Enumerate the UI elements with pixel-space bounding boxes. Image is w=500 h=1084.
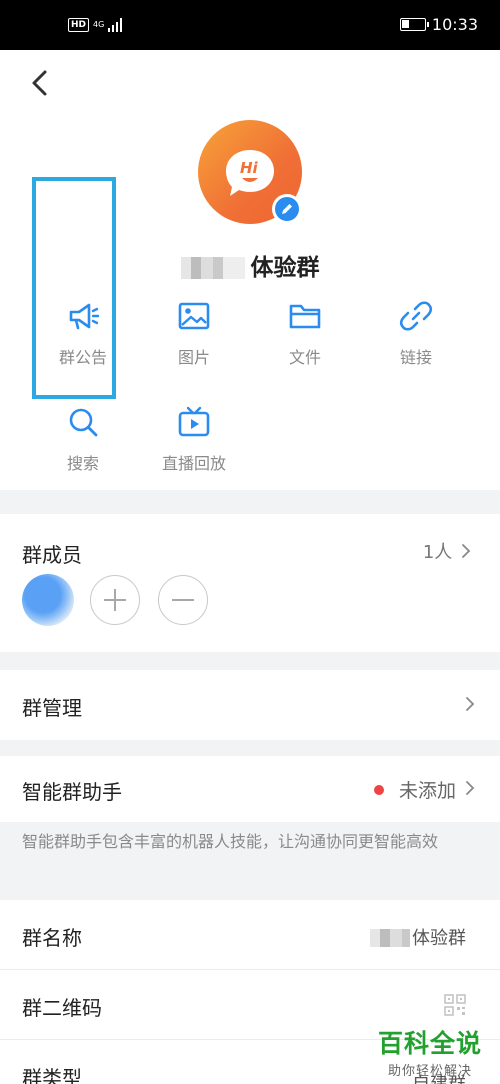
- pencil-icon: [282, 204, 292, 214]
- group-manage-row[interactable]: 群管理: [0, 670, 500, 740]
- chevron-right-icon: [466, 697, 475, 711]
- smart-assistant-row[interactable]: 智能群助手 未添加: [0, 756, 500, 822]
- func-search[interactable]: 搜索: [28, 404, 138, 474]
- status-bar: HD 4G 10:33: [0, 0, 500, 50]
- tv-icon: [178, 406, 210, 437]
- watermark-sub: 助你轻松解决: [387, 1064, 472, 1079]
- search-icon: [69, 408, 98, 437]
- type-label: 群类型: [22, 1066, 82, 1084]
- assistant-description: 智能群助手包含丰富的机器人技能，让沟通协同更智能高效: [0, 822, 500, 884]
- members-count-link[interactable]: 1人: [423, 538, 472, 564]
- signal-icon: [108, 18, 123, 32]
- func-images[interactable]: 图片: [139, 298, 249, 368]
- func-label: 直播回放: [161, 454, 226, 473]
- func-files[interactable]: 文件: [250, 298, 360, 368]
- group-name-value: 体验群: [370, 924, 466, 950]
- network-type: 4G: [93, 20, 105, 29]
- remove-member-button[interactable]: [158, 575, 208, 625]
- status-dot: [374, 785, 384, 795]
- func-live-replay[interactable]: 直播回放: [139, 404, 249, 474]
- members-title: 群成员: [22, 543, 82, 567]
- func-label: 文件: [288, 348, 321, 367]
- battery-icon: [399, 18, 429, 31]
- watermark-main: 百科全说: [377, 1029, 482, 1058]
- back-button[interactable]: [26, 68, 56, 98]
- chevron-left-icon: [32, 70, 47, 96]
- group-name-text: 体验群: [250, 255, 320, 281]
- chevron-right-icon: [462, 544, 471, 558]
- blurred-name-part: [180, 257, 245, 279]
- group-name-label: 群名称: [22, 926, 82, 950]
- link-icon: [399, 301, 433, 331]
- members-section: 群成员 1人: [0, 514, 500, 652]
- image-icon: [178, 302, 210, 330]
- func-label: 图片: [177, 348, 210, 367]
- svg-text:Hi: Hi: [240, 159, 259, 177]
- folder-icon: [289, 304, 321, 329]
- watermark-logo: 百科全说 助你轻松解决: [378, 1024, 482, 1079]
- edit-avatar-button[interactable]: [272, 194, 302, 224]
- member-avatar[interactable]: [22, 574, 74, 626]
- func-label: 链接: [399, 348, 432, 367]
- status-right: 10:33: [399, 15, 478, 34]
- func-links[interactable]: 链接: [361, 298, 471, 368]
- add-member-button[interactable]: [90, 575, 140, 625]
- group-name-row[interactable]: 群名称 体验群: [0, 900, 500, 970]
- members-count: 1人: [422, 542, 453, 563]
- highlight-annotation-box: [32, 177, 116, 399]
- manage-title: 群管理: [22, 696, 82, 720]
- hd-badge: HD: [68, 18, 90, 32]
- func-label: 搜索: [66, 454, 99, 473]
- chat-bubble-icon: Hi: [222, 146, 278, 206]
- clock: 10:33: [431, 15, 478, 34]
- status-left: HD 4G: [68, 18, 123, 32]
- qrcode-label: 群二维码: [22, 996, 102, 1020]
- blurred-name-part: [370, 929, 410, 947]
- assistant-title: 智能群助手: [22, 780, 122, 804]
- assistant-status: 未添加: [398, 780, 456, 802]
- chevron-right-icon: [466, 781, 475, 795]
- qrcode-icon: [444, 994, 466, 1016]
